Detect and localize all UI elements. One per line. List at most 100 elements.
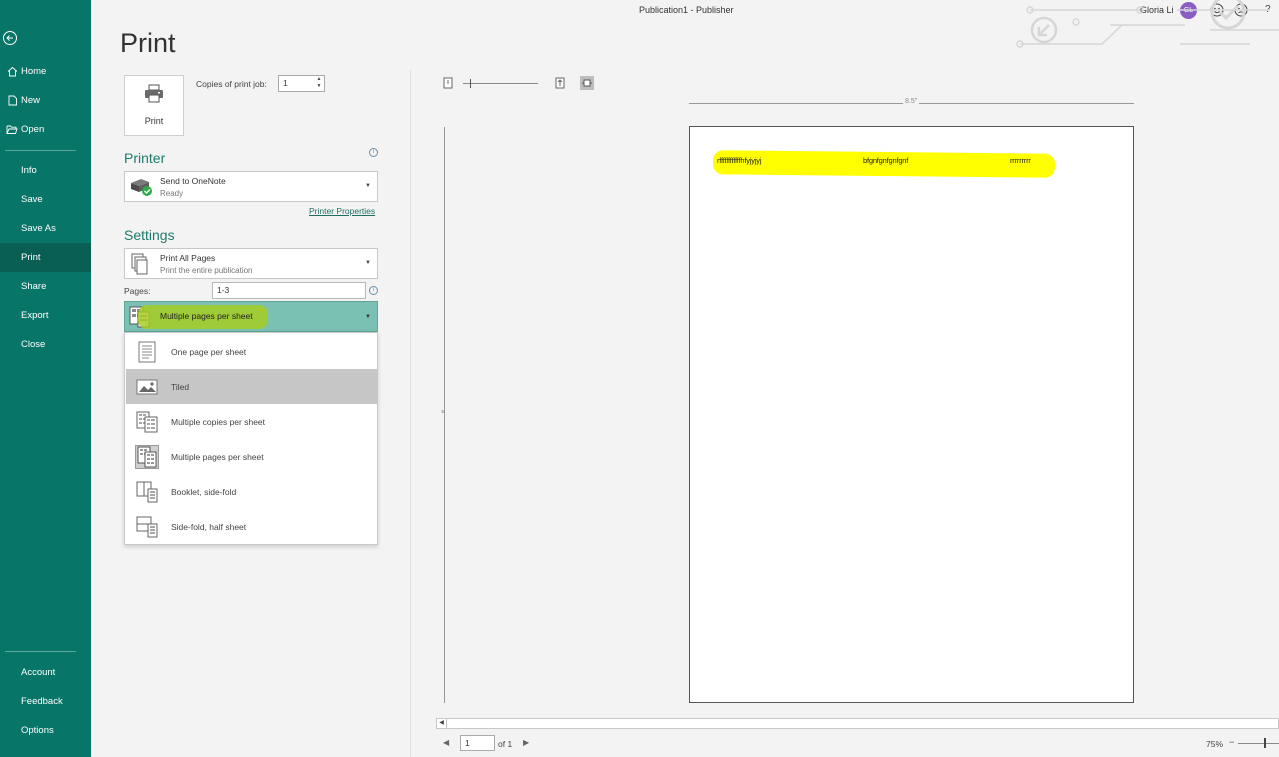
preview-text: bfgnfgnfgnfgnf: [863, 156, 909, 165]
horizontal-scrollbar[interactable]: [436, 718, 1279, 729]
print-range-dropdown[interactable]: Print All Pages Print the entire publica…: [124, 248, 378, 279]
printer-name: Send to OneNote: [160, 176, 226, 186]
nav-export-label: Export: [21, 310, 49, 321]
nav-feedback[interactable]: Feedback: [0, 687, 91, 716]
print-range-title: Print All Pages: [160, 253, 216, 263]
nav-open-label: Open: [21, 124, 45, 135]
nav-options[interactable]: Options: [0, 716, 91, 745]
nav-print[interactable]: Print: [0, 243, 91, 272]
nav-print-label: Print: [21, 252, 41, 263]
ruler-marker: ≡: [441, 409, 446, 416]
tiled-icon: [135, 375, 159, 399]
menu-item-tiled[interactable]: Tiled: [126, 369, 377, 404]
nav-feedback-label: Feedback: [21, 696, 63, 707]
print-button-label: Print: [144, 116, 164, 126]
chevron-down-icon: ▼: [365, 183, 371, 189]
nav-share[interactable]: Share: [0, 272, 91, 301]
nav-save[interactable]: Save: [0, 185, 91, 214]
nav-account[interactable]: Account: [0, 658, 91, 687]
page-title: Print: [120, 28, 176, 58]
booklet-icon: [135, 480, 159, 504]
info-icon[interactable]: i: [369, 286, 378, 295]
slider-thumb[interactable]: [470, 79, 471, 88]
info-icon[interactable]: i: [369, 148, 378, 157]
nav-options-label: Options: [21, 725, 54, 736]
menu-item-side-fold[interactable]: Side-fold, half sheet: [126, 509, 377, 544]
menu-item-label: Side-fold, half sheet: [171, 521, 247, 532]
home-icon: [4, 66, 20, 77]
menu-item-label: Tiled: [171, 381, 190, 392]
previous-page-arrow[interactable]: ◀: [443, 738, 449, 747]
zoom-slider[interactable]: [1238, 743, 1279, 744]
settings-heading: Settings: [124, 227, 175, 243]
nav-separator: [5, 150, 76, 151]
preview-text: rffffffffffffhfyjyjyj: [717, 156, 762, 165]
menu-item-multiple-copies[interactable]: Multiple copies per sheet: [126, 404, 377, 439]
folder-open-icon: [4, 124, 20, 135]
printer-status: Ready: [160, 189, 184, 198]
layout-selected-label: Multiple pages per sheet: [160, 311, 253, 321]
pages-stack-icon: [131, 253, 149, 280]
zoom-slider-thumb[interactable]: [1264, 738, 1266, 748]
side-fold-icon: [135, 515, 159, 539]
nav-save-as[interactable]: Save As: [0, 214, 91, 243]
nav-close[interactable]: Close: [0, 330, 91, 359]
menu-item-one-page[interactable]: One page per sheet: [126, 334, 377, 369]
page-count: of 1: [498, 739, 513, 749]
page-small-icon[interactable]: [441, 76, 455, 90]
page-large-icon[interactable]: [553, 76, 567, 90]
zoom-level[interactable]: 75%: [1206, 739, 1223, 749]
menu-item-label: One page per sheet: [171, 346, 247, 357]
multiple-sheets-icon[interactable]: [580, 76, 594, 90]
menu-item-label: Multiple copies per sheet: [171, 416, 266, 427]
window-title: Publication1 - Publisher: [639, 5, 734, 15]
printer-dropdown[interactable]: Send to OneNote Ready ▼: [124, 171, 378, 202]
print-range-subtitle: Print the entire publication: [160, 266, 253, 275]
nav-account-label: Account: [21, 667, 56, 678]
copies-stepper[interactable]: ▲ ▼: [314, 76, 324, 91]
next-page-arrow[interactable]: ▶: [523, 738, 529, 747]
nav-open[interactable]: Open: [0, 115, 91, 144]
printer-icon: [143, 84, 165, 109]
one-page-icon: [135, 340, 159, 364]
multiple-copies-icon: [135, 410, 159, 434]
menu-item-multiple-pages[interactable]: Multiple pages per sheet: [126, 439, 377, 474]
nav-share-label: Share: [21, 281, 47, 292]
nav-close-label: Close: [21, 339, 46, 350]
preview-text: rrrrrrrrr: [1010, 156, 1031, 165]
nav-info-label: Info: [21, 165, 37, 176]
back-arrow-icon[interactable]: [2, 30, 20, 48]
nav-info[interactable]: Info: [0, 156, 91, 185]
new-document-icon: [4, 95, 20, 106]
nav-new[interactable]: New: [0, 86, 91, 115]
chevron-down-icon: ▼: [365, 314, 371, 320]
multiple-pages-icon: [135, 444, 159, 469]
ruler-width-label: 8.5": [903, 98, 920, 105]
zoom-out-button[interactable]: −: [1229, 737, 1234, 747]
pane-divider: [410, 70, 411, 757]
copies-label: Copies of print job:: [196, 79, 267, 89]
menu-item-booklet[interactable]: Booklet, side-fold: [126, 474, 377, 509]
preview-zoom-slider[interactable]: [463, 83, 538, 84]
page-preview: [689, 126, 1134, 703]
pages-input[interactable]: 1-3: [212, 282, 366, 299]
page-number-input[interactable]: 1: [460, 735, 495, 751]
layout-menu: One page per sheet Tiled Multiple copies…: [124, 332, 378, 545]
backstage-sidebar: Home New Open Info Save Save As Print Sh…: [0, 0, 91, 757]
chevron-down-icon: ▼: [365, 260, 371, 266]
circuit-decoration: [1016, 0, 1279, 48]
nav-home[interactable]: Home: [0, 57, 91, 86]
scroll-left-arrow[interactable]: ◀: [437, 719, 447, 728]
pages-label: Pages:: [124, 286, 151, 296]
nav-save-label: Save: [21, 194, 43, 205]
menu-item-label: Multiple pages per sheet: [171, 451, 264, 462]
printer-ready-icon: [129, 177, 153, 202]
printer-properties-link[interactable]: Printer Properties: [309, 206, 375, 216]
menu-item-label: Booklet, side-fold: [171, 486, 237, 497]
printer-heading: Printer: [124, 150, 166, 166]
nav-home-label: Home: [21, 66, 47, 77]
nav-save-as-label: Save As: [21, 223, 56, 234]
print-button[interactable]: Print: [124, 75, 184, 136]
nav-separator: [5, 651, 76, 652]
nav-export[interactable]: Export: [0, 301, 91, 330]
